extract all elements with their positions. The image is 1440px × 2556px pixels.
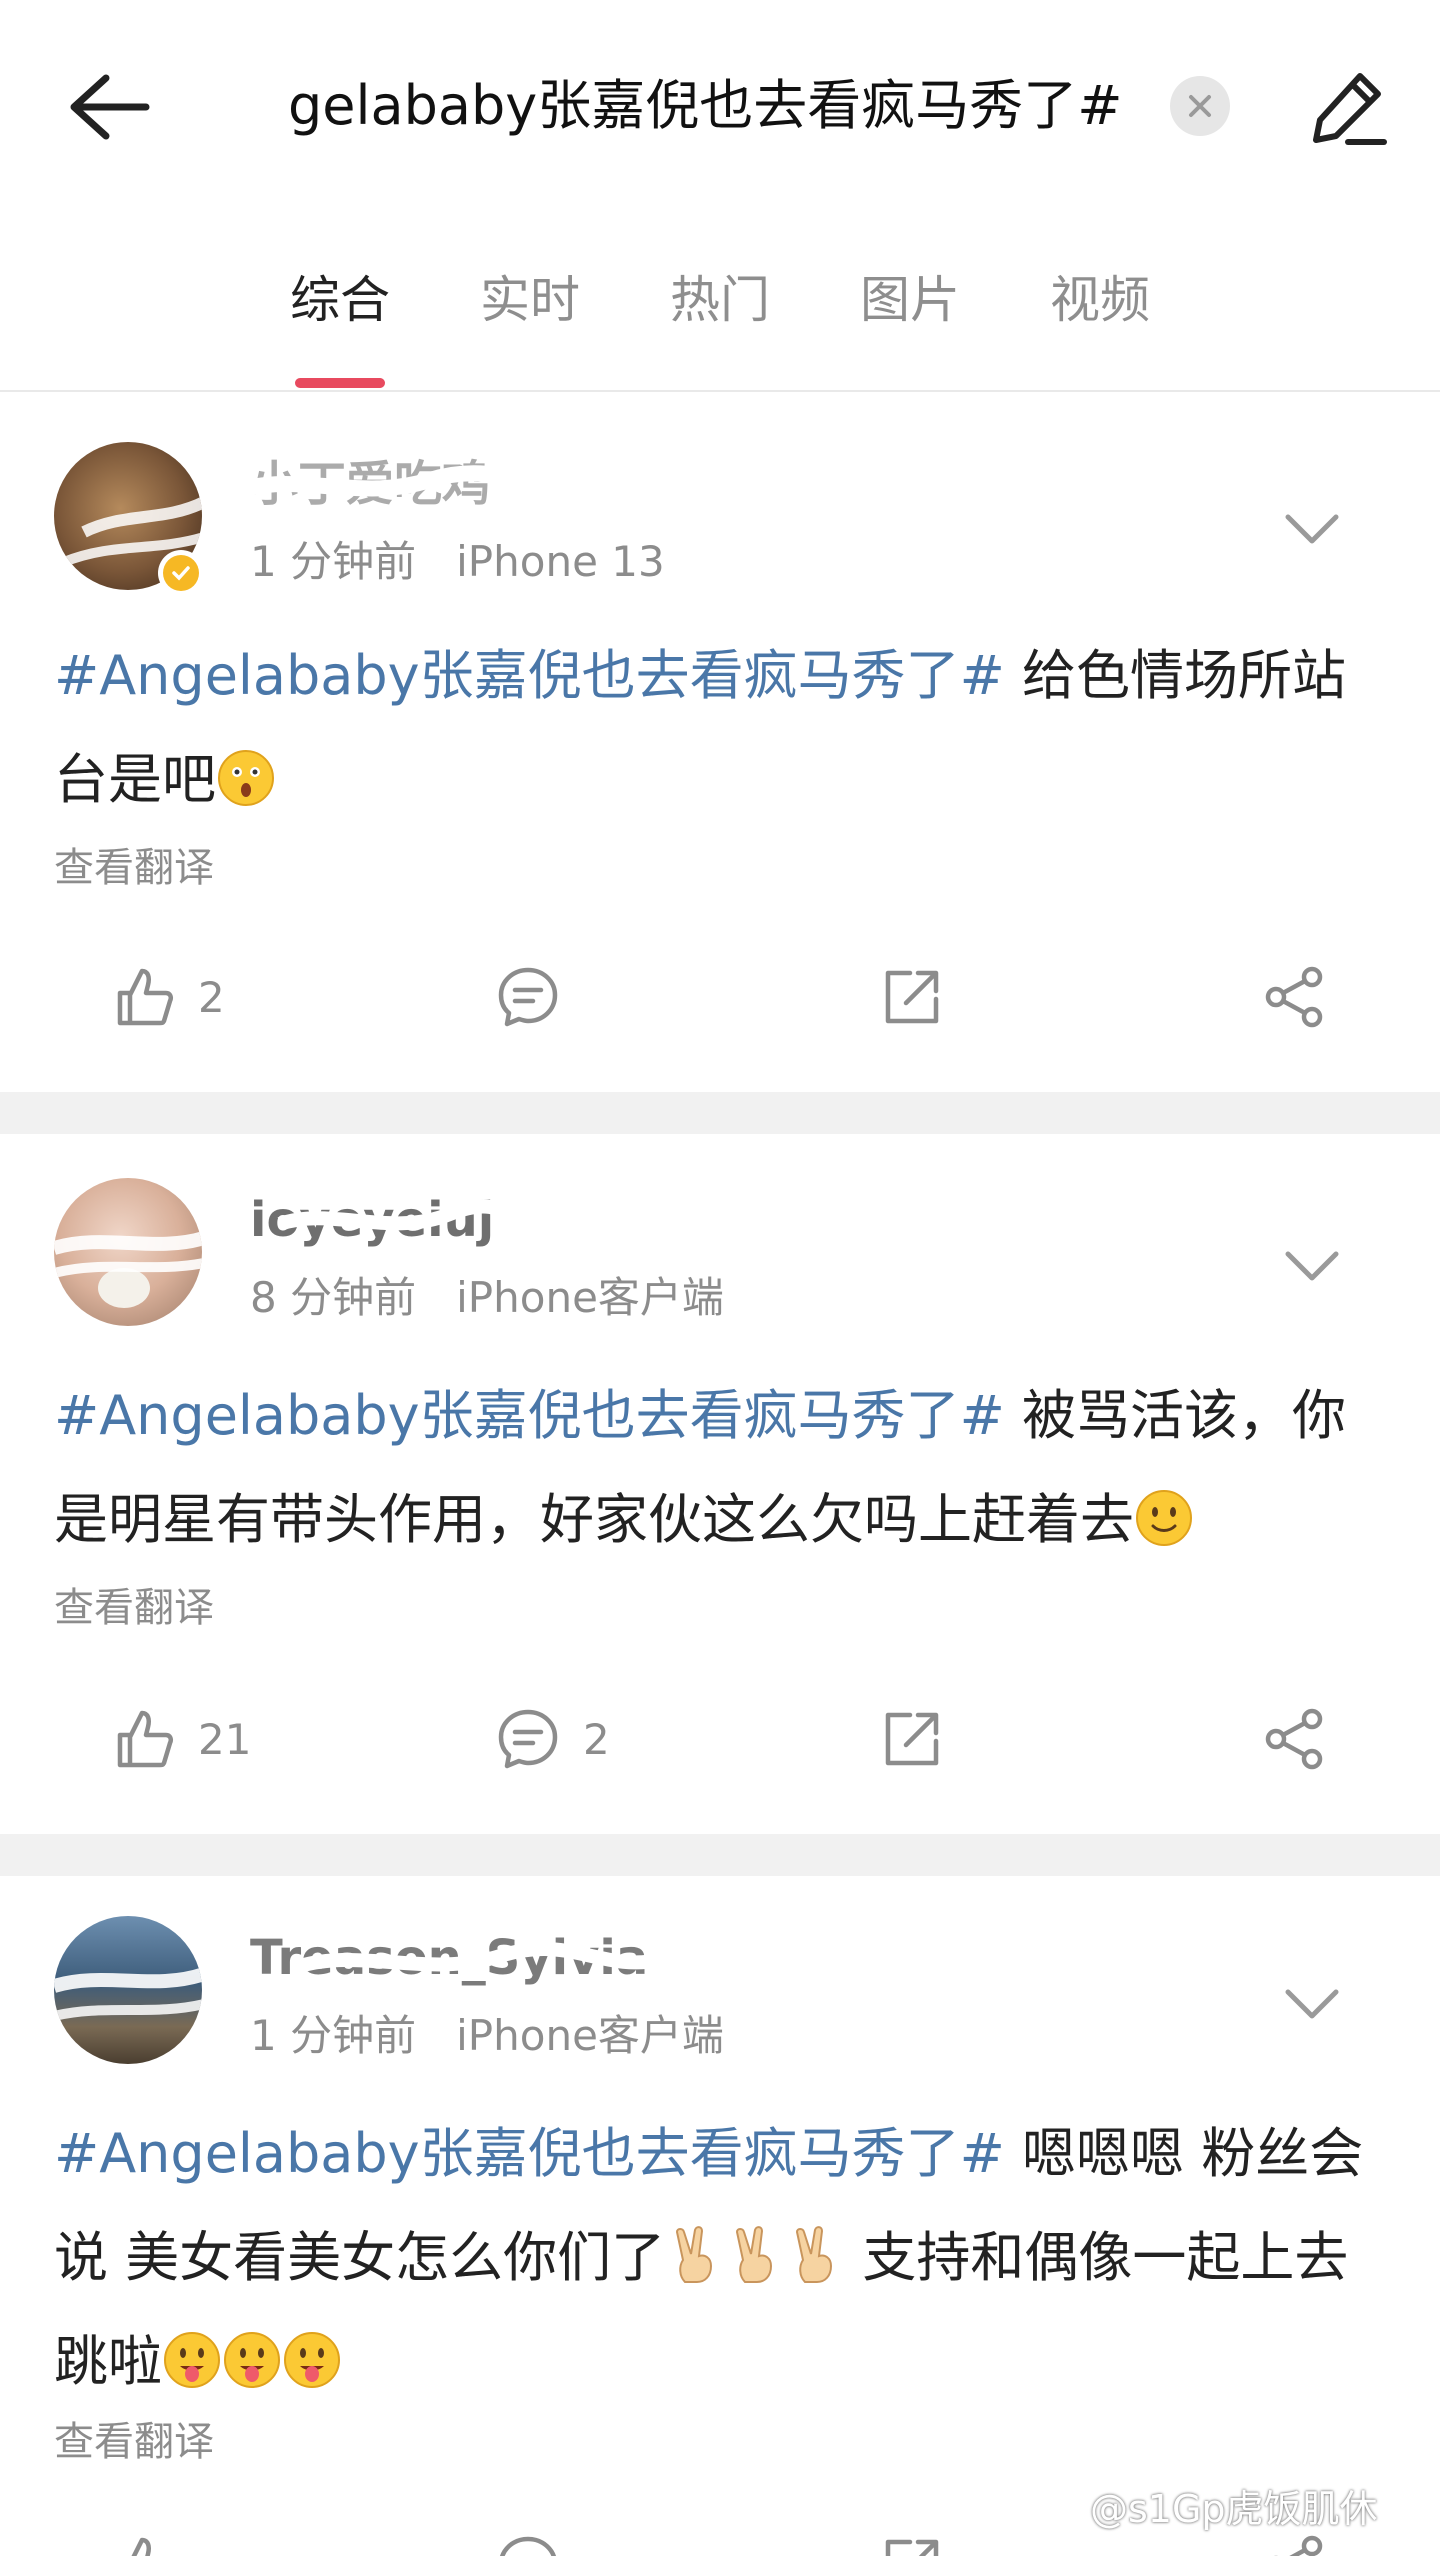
- comment-button[interactable]: [495, 947, 583, 1047]
- repost-button[interactable]: [880, 2516, 944, 2556]
- share-icon: [1265, 1708, 1323, 1770]
- victory-hand-icon: [796, 2226, 833, 2283]
- post-actions: 2: [0, 947, 1440, 1047]
- view-translation-link[interactable]: 查看翻译: [54, 2414, 214, 2470]
- view-translation-link[interactable]: 查看翻译: [54, 1580, 214, 1636]
- post-card: 小丁爱吃鸡 1 分钟前 iPhone 13 #Angelababy张嘉倪也去看疯…: [0, 392, 1440, 1092]
- comment-button[interactable]: [495, 2516, 583, 2556]
- post-meta: 1 分钟前 iPhone 13: [250, 534, 665, 590]
- tab-images[interactable]: 图片: [840, 255, 980, 345]
- share-icon: [1273, 2535, 1323, 2556]
- close-icon: [1189, 95, 1211, 117]
- view-translation-link[interactable]: 查看翻译: [54, 840, 214, 896]
- pencil-icon: [1313, 73, 1387, 145]
- tab-comprehensive[interactable]: 综合: [270, 255, 410, 345]
- like-count: 21: [198, 1714, 252, 1764]
- comment-count: 2: [583, 1714, 610, 1764]
- post-device: iPhone 13: [456, 537, 665, 586]
- avatar-image: [54, 1231, 202, 1308]
- active-tab-indicator: [295, 378, 385, 388]
- share-button[interactable]: [1262, 947, 1328, 1047]
- avatar[interactable]: [54, 1178, 202, 1326]
- comment-icon: [498, 1709, 558, 1769]
- like-button[interactable]: 2: [112, 947, 225, 1047]
- post-content: #Angelababy张嘉倪也去看疯马秀了# 给色情场所站台是吧: [54, 624, 1394, 832]
- post-actions: 21 2: [0, 1689, 1440, 1789]
- avatar-image: [54, 1967, 202, 2021]
- post-device: iPhone客户端: [456, 2011, 724, 2060]
- like-count: 2: [198, 972, 225, 1022]
- post-time: 1 分钟前: [250, 537, 417, 586]
- compose-button[interactable]: [1300, 60, 1396, 156]
- thumbs-up-icon: [117, 1710, 174, 1768]
- tab-bar: 综合 实时 热门 图片 视频: [0, 255, 1440, 355]
- redaction-scribble: [297, 1942, 660, 1973]
- post-meta: 1 分钟前 iPhone客户端: [250, 2008, 724, 2064]
- post-card: ioyeyeiuj 8 分钟前 iPhone客户端 #Angelababy张嘉倪…: [0, 1134, 1440, 1834]
- weibo-search-page: gelababy张嘉倪也去看疯马秀了# 综合 实时 热门 图片 视频 小丁爱吃鸡…: [0, 0, 1440, 2556]
- hashtag-link[interactable]: #Angelababy张嘉倪也去看疯马秀了#: [54, 1384, 1005, 1447]
- post-separator: [0, 1834, 1440, 1876]
- chevron-down-icon[interactable]: [1280, 1982, 1344, 2026]
- search-header: gelababy张嘉倪也去看疯马秀了# 综合 实时 热门 图片 视频: [0, 0, 1440, 392]
- tongue-face-icon: [164, 2332, 220, 2388]
- post-meta: 8 分钟前 iPhone客户端: [250, 1270, 724, 1326]
- repost-icon: [885, 970, 939, 1024]
- post-separator: [0, 1092, 1440, 1134]
- chevron-down-icon[interactable]: [1280, 1244, 1344, 1288]
- arrow-left-icon: [70, 74, 150, 140]
- back-button[interactable]: [58, 62, 158, 152]
- comment-icon: [500, 2536, 556, 2556]
- tab-realtime[interactable]: 实时: [460, 255, 600, 345]
- verified-badge: [158, 550, 204, 596]
- thumbs-up-icon: [117, 968, 174, 1026]
- avatar[interactable]: [54, 1916, 202, 2064]
- search-query[interactable]: gelababy张嘉倪也去看疯马秀了#: [288, 66, 1148, 146]
- tab-videos[interactable]: 视频: [1030, 255, 1170, 345]
- victory-hand-icon: [676, 2226, 713, 2283]
- post-content: #Angelababy张嘉倪也去看疯马秀了# 被骂活该，你是明星有带头作用，好家…: [54, 1364, 1394, 1572]
- post-card: Treason_Sylvia 1 分钟前 iPhone客户端 #Angelaba…: [0, 1876, 1440, 2556]
- like-button[interactable]: [112, 2516, 198, 2556]
- repost-icon: [885, 2539, 939, 2556]
- post-device: iPhone客户端: [456, 1273, 724, 1322]
- tongue-face-icon: [224, 2332, 280, 2388]
- tab-hot[interactable]: 热门: [650, 255, 790, 345]
- comment-icon: [498, 967, 558, 1027]
- share-icon: [1265, 966, 1323, 1028]
- like-button[interactable]: 21: [112, 1689, 251, 1789]
- chevron-down-icon[interactable]: [1280, 507, 1344, 551]
- clear-search-button[interactable]: [1170, 76, 1230, 136]
- post-time: 8 分钟前: [250, 1273, 417, 1322]
- victory-hand-icon: [736, 2226, 773, 2283]
- redaction-scribble: [240, 465, 600, 498]
- watermark: @s1Gp虎饭肌休: [1090, 2487, 1378, 2531]
- tongue-face-icon: [284, 2332, 340, 2388]
- astonished-face-icon: [218, 750, 274, 806]
- hashtag-link[interactable]: #Angelababy张嘉倪也去看疯马秀了#: [54, 2122, 1005, 2185]
- repost-icon: [885, 1712, 939, 1766]
- slight-smile-face-icon: [1136, 1490, 1192, 1546]
- comment-button[interactable]: 2: [495, 1689, 610, 1789]
- hashtag-link[interactable]: #Angelababy张嘉倪也去看疯马秀了#: [54, 644, 1005, 707]
- post-content: #Angelababy张嘉倪也去看疯马秀了# 嗯嗯嗯 粉丝会说 美女看美女怎么你…: [54, 2102, 1394, 2414]
- repost-button[interactable]: [880, 947, 944, 1047]
- post-time: 1 分钟前: [250, 2011, 417, 2060]
- checkmark-icon: [172, 566, 190, 581]
- share-button[interactable]: [1262, 1689, 1328, 1789]
- repost-button[interactable]: [880, 1689, 944, 1789]
- thumbs-up-icon: [131, 2537, 151, 2556]
- redaction-scribble: [277, 1199, 540, 1231]
